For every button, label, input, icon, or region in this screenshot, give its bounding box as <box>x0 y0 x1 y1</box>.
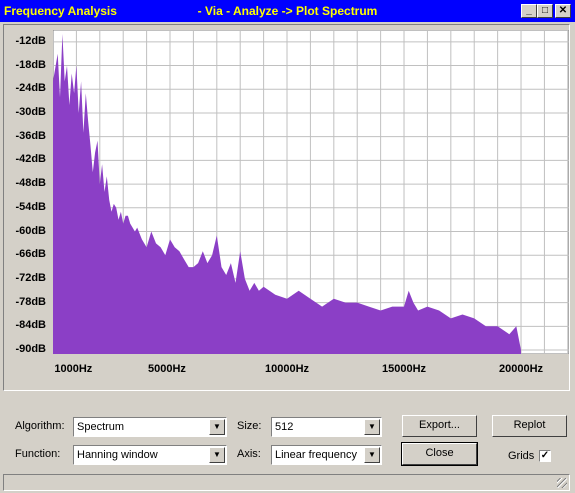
x-tick-label: 20000Hz <box>499 363 544 375</box>
axis-select[interactable]: Linear frequency ▼ <box>271 445 382 465</box>
spectrum-plot[interactable] <box>53 30 569 354</box>
chevron-down-icon[interactable]: ▼ <box>364 419 380 435</box>
algorithm-label: Algorithm: <box>15 420 65 432</box>
y-tick-label: -36dB <box>15 129 46 142</box>
x-tick-label: 5000Hz <box>148 363 186 375</box>
function-label: Function: <box>15 448 61 460</box>
size-label: Size: <box>237 420 262 432</box>
y-tick-label: -66dB <box>15 248 46 261</box>
y-tick-label: -30dB <box>15 105 46 118</box>
grids-checkbox[interactable]: ✓ <box>539 450 551 462</box>
function-value: Hanning window <box>77 449 158 461</box>
close-window-button[interactable]: ✕ <box>555 4 571 18</box>
y-tick-label: -90dB <box>15 343 46 356</box>
minimize-button[interactable]: _ <box>521 4 537 18</box>
x-tick-label: 10000Hz <box>265 363 310 375</box>
checkmark-icon: ✓ <box>540 450 550 461</box>
y-tick-label: -54dB <box>15 200 46 213</box>
y-tick-label: -78dB <box>15 295 46 308</box>
close-icon: ✕ <box>558 5 568 16</box>
y-tick-label: -24dB <box>15 82 46 95</box>
axis-value: Linear frequency <box>275 449 357 461</box>
size-select[interactable]: 512 ▼ <box>271 417 382 437</box>
y-tick-label: -84dB <box>15 319 46 332</box>
function-select[interactable]: Hanning window ▼ <box>73 445 227 465</box>
axis-label: Axis: <box>237 448 261 460</box>
algorithm-value: Spectrum <box>77 421 125 433</box>
export-button[interactable]: Export... <box>402 415 477 437</box>
algorithm-select[interactable]: Spectrum ▼ <box>73 417 227 437</box>
size-value: 512 <box>275 421 294 433</box>
y-tick-label: -72dB <box>15 271 46 284</box>
y-tick-label: -12dB <box>15 34 46 47</box>
y-tick-label: -42dB <box>15 153 46 166</box>
chevron-down-icon[interactable]: ▼ <box>209 419 225 435</box>
x-tick-label: 15000Hz <box>382 363 427 375</box>
resize-grip-icon[interactable] <box>557 478 567 488</box>
close-button[interactable]: Close <box>401 442 478 466</box>
chevron-down-icon[interactable]: ▼ <box>209 447 225 463</box>
status-bar <box>3 474 570 491</box>
window-subtitle: - Via - Analyze -> Plot Spectrum <box>197 4 378 18</box>
maximize-button[interactable]: □ <box>537 4 553 18</box>
x-tick-label: 1000Hz <box>54 363 93 375</box>
chevron-down-icon[interactable]: ▼ <box>364 447 380 463</box>
replot-button[interactable]: Replot <box>492 415 567 437</box>
y-tick-label: -18dB <box>15 58 46 71</box>
minimize-icon: _ <box>526 5 532 16</box>
y-tick-label: -60dB <box>15 224 46 237</box>
grids-label: Grids <box>508 450 535 462</box>
y-tick-label: -48dB <box>15 177 46 190</box>
title-bar: Frequency Analysis - Via - Analyze -> Pl… <box>0 0 575 22</box>
maximize-icon: □ <box>541 5 549 16</box>
